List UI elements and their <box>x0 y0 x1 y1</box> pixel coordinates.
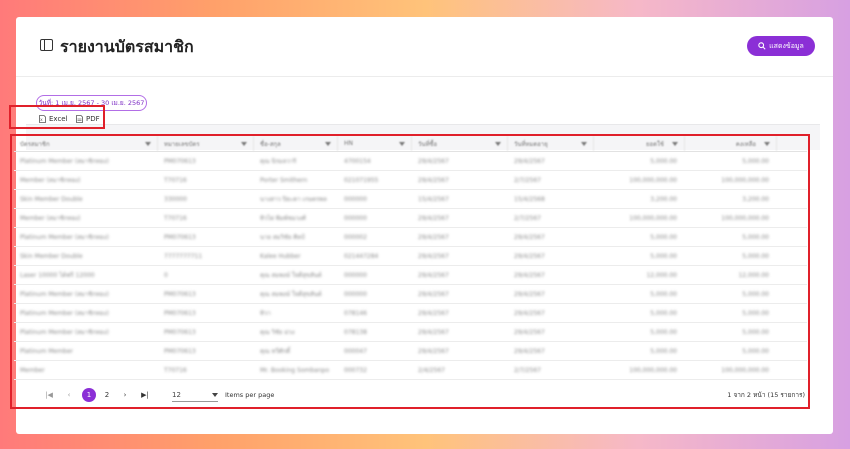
last-page-button[interactable]: ▶| <box>138 388 152 402</box>
export-highlight-box <box>9 105 105 129</box>
page-range-label: 1 จาก 2 หน้า (15 รายการ) <box>727 391 805 399</box>
page-2-button[interactable]: 2 <box>100 388 114 402</box>
search-icon <box>758 42 766 50</box>
next-page-button[interactable]: › <box>118 388 132 402</box>
page-header: รายงานบัตรสมาชิก แสดงข้อมูล <box>16 17 833 77</box>
per-page-select[interactable]: 12 <box>172 388 218 402</box>
prev-page-button[interactable]: ‹ <box>62 388 76 402</box>
page-title: รายงานบัตรสมาชิก <box>60 37 194 56</box>
show-data-label: แสดงข้อมูล <box>769 41 804 50</box>
per-page-value: 12 <box>172 390 181 399</box>
sidebar-toggle-icon[interactable] <box>40 39 53 51</box>
chevron-down-icon <box>212 392 218 397</box>
page-1-button[interactable]: 1 <box>82 388 96 402</box>
show-data-button[interactable]: แสดงข้อมูล <box>747 36 815 56</box>
paginator: |◀ ‹ 1 2 › ▶| 12 Items per page 1 จาก 2 … <box>14 386 807 404</box>
first-page-button[interactable]: |◀ <box>42 388 56 402</box>
items-per-page-label: Items per page <box>225 391 275 399</box>
table-highlight-box <box>10 134 810 409</box>
